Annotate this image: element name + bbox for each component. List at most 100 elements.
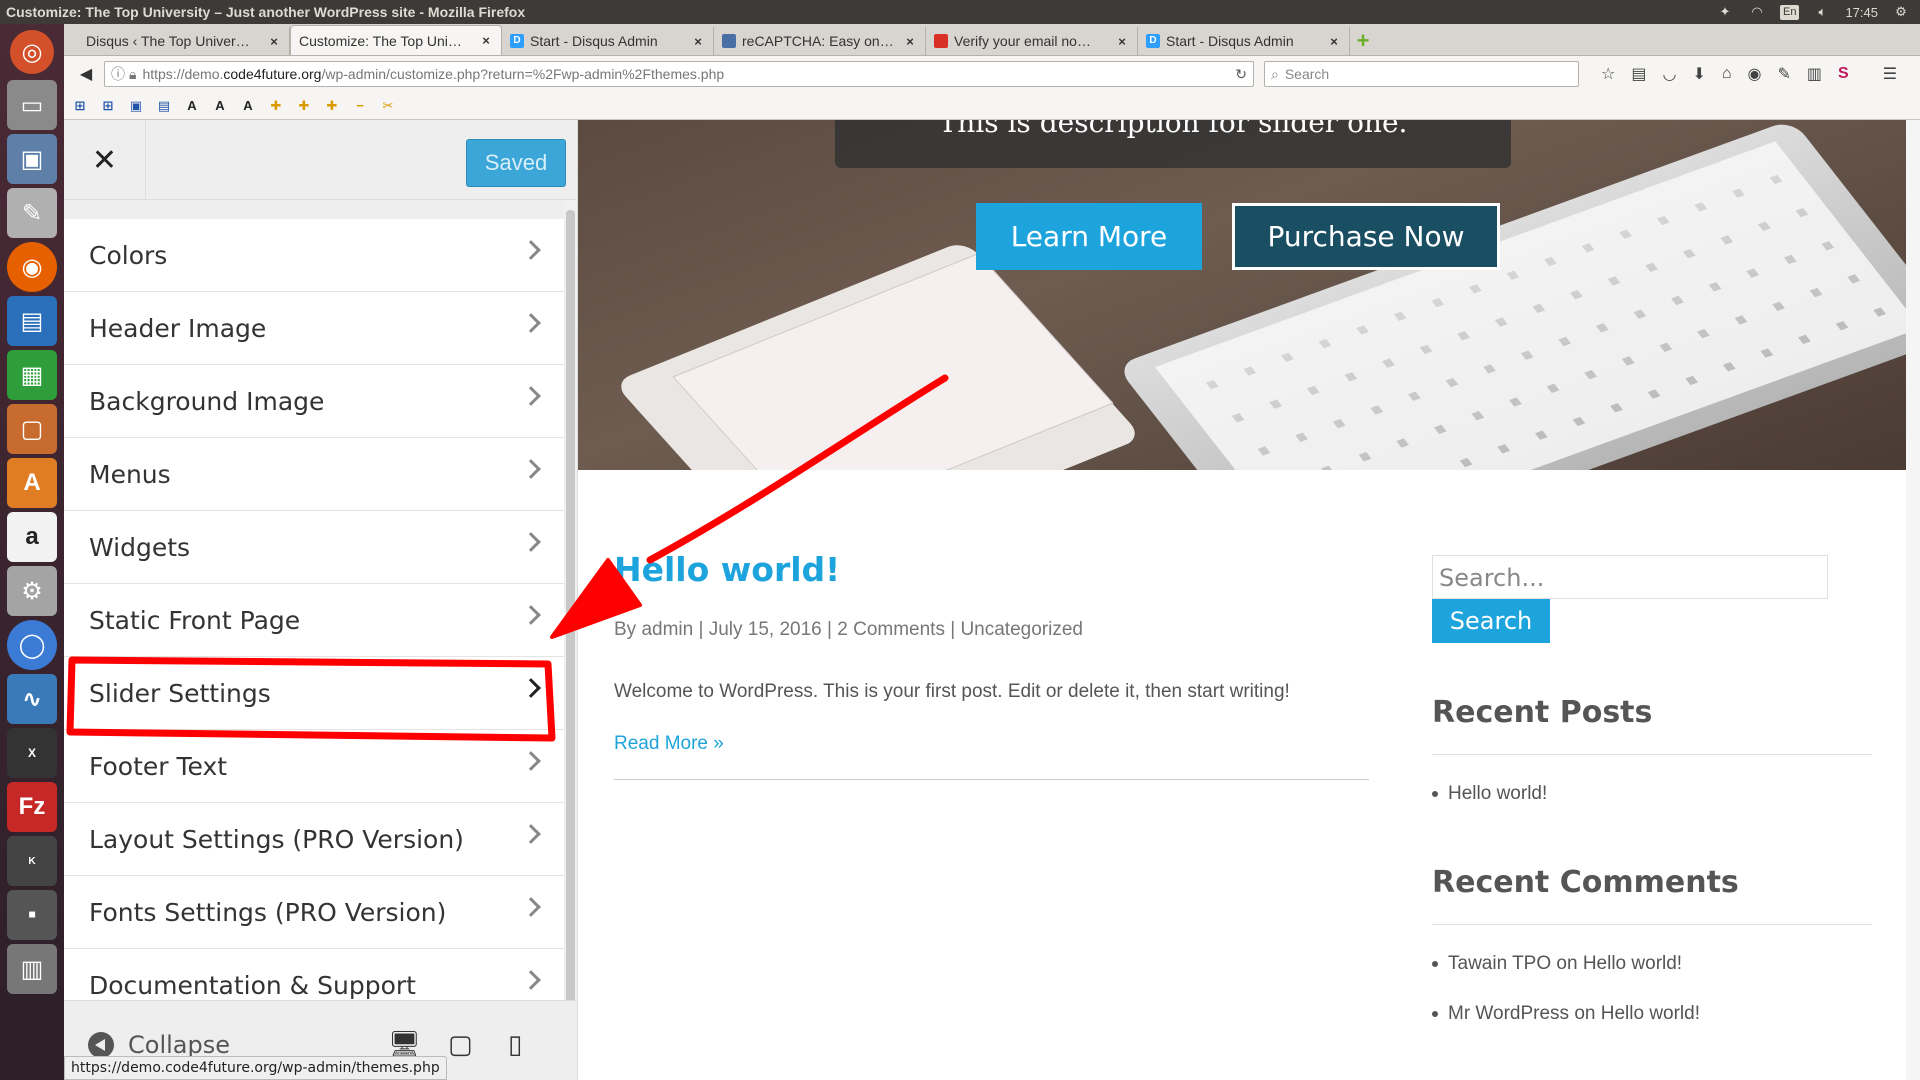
app-icon[interactable]: ▪ (7, 890, 57, 940)
post-date[interactable]: July 15, 2016 (709, 619, 822, 640)
reload-icon[interactable]: ↻ (1235, 66, 1247, 83)
lock-icon[interactable]: 🔒︎ (129, 66, 136, 83)
recent-comment-item[interactable]: Tawain TPO on Hello world! (1432, 953, 1872, 975)
firefox-icon[interactable]: ◉ (7, 242, 57, 292)
tab-active[interactable]: Customize: The Top Uni… × (290, 25, 502, 55)
tab[interactable]: Disqus ‹ The Top Univer… × (78, 27, 290, 55)
section-header-image[interactable]: Header Image (64, 292, 564, 365)
kdiff-icon[interactable]: K (7, 836, 57, 886)
post-category[interactable]: Uncategorized (960, 619, 1083, 640)
settings-icon[interactable]: ⚙ (1892, 4, 1910, 20)
close-icon[interactable]: × (267, 34, 281, 49)
section-layout-settings[interactable]: Layout Settings (PRO Version) (64, 803, 564, 876)
section-widgets[interactable]: Widgets (64, 511, 564, 584)
calc-icon[interactable]: ▦ (7, 350, 57, 400)
minus-icon[interactable]: − (352, 98, 368, 113)
dropbox-icon[interactable]: ✦ (1716, 4, 1734, 20)
files-icon[interactable]: ▭ (7, 80, 57, 130)
text-editor-icon[interactable]: ✎ (7, 188, 57, 238)
plus-icon[interactable]: ✚ (296, 98, 312, 114)
new-tab-button[interactable]: + (1350, 27, 1376, 55)
bookmark-icon[interactable]: ⊞ (100, 98, 116, 114)
chromium-icon[interactable]: ◯ (7, 620, 57, 670)
info-icon[interactable]: ⓘ (111, 64, 125, 84)
post-author[interactable]: admin (641, 619, 693, 640)
keyboard-layout-indicator[interactable]: En (1779, 4, 1800, 20)
extension-icon[interactable]: ✎ (1777, 64, 1790, 84)
recent-post-link[interactable]: Hello world! (1448, 783, 1547, 805)
search-input[interactable]: ⌕ Search (1264, 61, 1579, 87)
section-static-front-page[interactable]: Static Front Page (64, 584, 564, 657)
chat-icon[interactable]: ◉ (1748, 64, 1762, 84)
font-icon[interactable]: A (240, 98, 256, 113)
section-background-image[interactable]: Background Image (64, 365, 564, 438)
recent-post-item[interactable]: Hello world! (1432, 783, 1872, 805)
learn-more-button[interactable]: Learn More (976, 203, 1202, 270)
url-bar[interactable]: ⓘ 🔒︎ https://demo. code4future.org/wp-adm… (104, 61, 1254, 87)
tablet-preview-icon[interactable]: ▢ (448, 1029, 473, 1060)
tab[interactable]: D Start - Disqus Admin × (1138, 27, 1350, 55)
tools-icon[interactable]: ✂ (380, 98, 396, 114)
volume-icon[interactable]: 🔈︎ (1813, 4, 1831, 20)
purchase-now-button[interactable]: Purchase Now (1232, 203, 1500, 270)
section-footer-text[interactable]: Footer Text (64, 730, 564, 803)
section-menus[interactable]: Menus (64, 438, 564, 511)
post-title[interactable]: Hello world! (614, 550, 1374, 589)
clipboard-icon[interactable]: ▥ (1807, 64, 1822, 84)
close-icon[interactable]: × (479, 33, 493, 48)
system-monitor-icon[interactable]: ∿ (7, 674, 57, 724)
bookmark-star-icon[interactable]: ☆ (1601, 64, 1615, 84)
close-icon[interactable]: × (903, 34, 917, 49)
plus-icon[interactable]: ✚ (268, 98, 284, 114)
site-preview: This is description for slider one. Lear… (578, 120, 1906, 1080)
pocket-icon[interactable]: ◡ (1662, 64, 1676, 84)
saved-button[interactable]: Saved (466, 139, 566, 187)
back-button[interactable]: ◀ (72, 60, 100, 88)
amazon-icon[interactable]: a (7, 512, 57, 562)
recent-comment-text[interactable]: Mr WordPress on Hello world! (1448, 1003, 1700, 1025)
menu-icon[interactable]: ☰ (1883, 64, 1897, 84)
section-label: Header Image (89, 313, 267, 343)
mobile-preview-icon[interactable]: ▯ (508, 1029, 522, 1060)
preview-scrollbar[interactable] (1906, 120, 1920, 1080)
xterm-icon[interactable]: X (7, 728, 57, 778)
tab[interactable]: Verify your email no… × (926, 27, 1138, 55)
close-icon[interactable]: × (1115, 34, 1129, 49)
site-search-button[interactable]: Search (1432, 599, 1550, 643)
tab[interactable]: D Start - Disqus Admin × (502, 27, 714, 55)
site-search-input[interactable]: Search... (1432, 555, 1828, 599)
section-colors[interactable]: Colors (64, 219, 564, 292)
trash-icon[interactable]: ▥ (7, 944, 57, 994)
sidebar-scrollbar-thumb[interactable] (566, 210, 575, 1010)
collapse-button[interactable]: Collapse (88, 1031, 230, 1059)
close-icon[interactable]: × (691, 34, 705, 49)
post-comments[interactable]: 2 Comments (837, 619, 945, 640)
download-icon[interactable]: ⬇ (1692, 64, 1705, 84)
section-slider-settings[interactable]: Slider Settings (64, 657, 564, 730)
font-icon[interactable]: A (212, 98, 228, 113)
recent-comment-text[interactable]: Tawain TPO on Hello world! (1448, 953, 1682, 975)
bookmark-icon[interactable]: ⊞ (72, 98, 88, 114)
system-settings-icon[interactable]: ⚙ (7, 566, 57, 616)
bookmark-icon[interactable]: ▣ (128, 98, 144, 114)
close-icon[interactable]: × (1327, 34, 1341, 49)
filezilla-icon[interactable]: Fz (7, 782, 57, 832)
home-icon[interactable]: ⌂ (1722, 65, 1732, 83)
plus-icon[interactable]: ✚ (324, 98, 340, 114)
wifi-icon[interactable]: ◠ (1748, 4, 1766, 20)
tab[interactable]: reCAPTCHA: Easy on… × (714, 27, 926, 55)
font-icon[interactable]: A (184, 98, 200, 113)
reading-list-icon[interactable]: ▤ (1631, 64, 1646, 84)
recent-comment-item[interactable]: Mr WordPress on Hello world! (1432, 1003, 1872, 1025)
clock[interactable]: 17:45 (1845, 5, 1878, 20)
bookmark-icon[interactable]: ▤ (156, 98, 172, 114)
writer-icon[interactable]: ▤ (7, 296, 57, 346)
software-center-icon[interactable]: A (7, 458, 57, 508)
ubuntu-dash-icon[interactable]: ◎ (10, 30, 54, 74)
s-extension-icon[interactable]: S (1838, 65, 1849, 83)
section-fonts-settings[interactable]: Fonts Settings (PRO Version) (64, 876, 564, 949)
read-more-link[interactable]: Read More » (614, 733, 1374, 755)
computer-icon[interactable]: ▣ (7, 134, 57, 184)
close-customizer-button[interactable]: ✕ (64, 120, 146, 200)
impress-icon[interactable]: ▢ (7, 404, 57, 454)
